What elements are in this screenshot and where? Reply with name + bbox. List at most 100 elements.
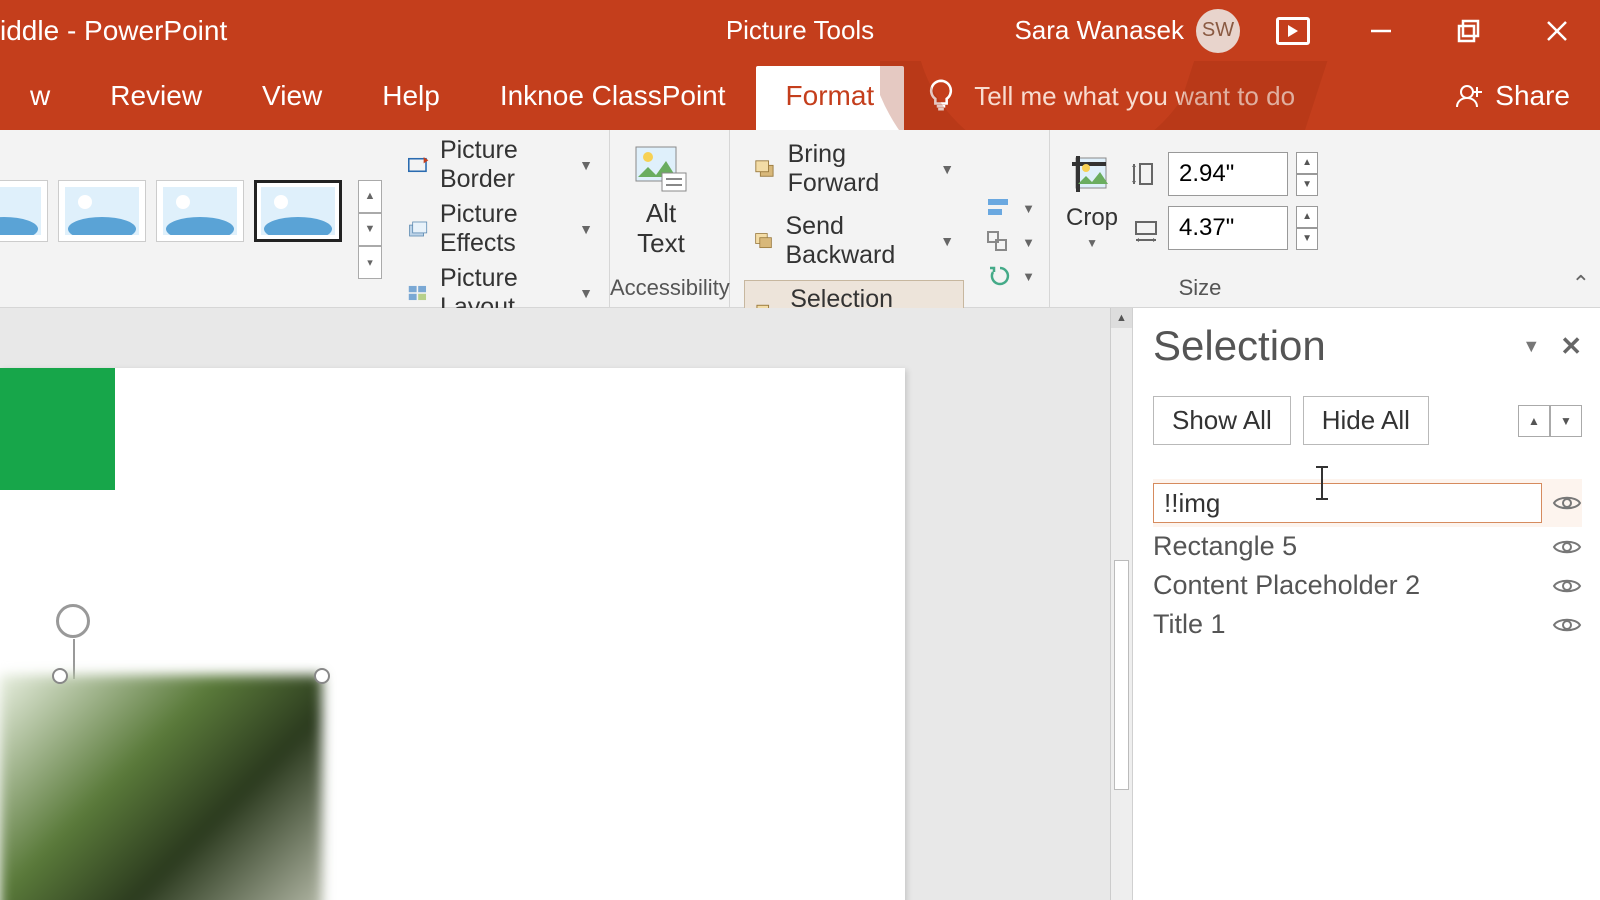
visibility-toggle[interactable] [1552,615,1582,635]
bring-forward-button[interactable]: Bring Forward ▼ [744,136,964,202]
height-spin-up[interactable]: ▲ [1296,152,1318,174]
workspace: ▲ Selection ▼ ✕ Show All Hide All ▲ ▼ Re… [0,308,1600,900]
rectangle-shape[interactable] [0,368,115,490]
selection-item[interactable]: Title 1 [1153,605,1582,644]
group-button[interactable]: ▼ [986,230,1035,254]
selected-picture[interactable] [0,675,322,900]
picture-effects-label: Picture Effects [440,200,565,258]
picture-style-thumb[interactable] [0,180,48,242]
ribbon-tabs: w Review View Help Inknoe ClassPoint For… [0,61,1600,130]
selection-list: Rectangle 5 Content Placeholder 2 Title … [1153,479,1582,644]
share-button[interactable]: Share [1443,80,1600,130]
height-spin-down[interactable]: ▼ [1296,174,1318,196]
selection-pane-title: Selection [1153,322,1502,370]
dropdown-caret-icon: ▼ [1022,235,1035,250]
tab-format[interactable]: Format [756,66,905,130]
dropdown-caret-icon: ▼ [579,221,593,237]
selection-item-name: Rectangle 5 [1153,531,1542,562]
tellme-bulb-icon [924,78,958,112]
alt-text-label-1: Alt [646,198,676,228]
send-backward-label: Send Backward [786,212,931,270]
gallery-expand[interactable]: ▾ [358,246,382,279]
crop-button[interactable]: Crop ▼ [1066,152,1118,250]
selection-item-name: Content Placeholder 2 [1153,570,1542,601]
rotate-button[interactable]: ▼ [986,264,1035,288]
dropdown-caret-icon[interactable]: ▼ [940,161,954,177]
share-label: Share [1495,80,1570,112]
close-pane-button[interactable]: ✕ [1560,331,1582,362]
gallery-scroll-down[interactable]: ▼ [358,213,382,246]
hide-all-button[interactable]: Hide All [1303,396,1429,445]
ribbon: ▲ ▼ ▾ Picture Border ▼ Picture Effects ▼ [0,130,1600,308]
selection-item-rename-input[interactable] [1153,483,1542,523]
group-label-accessibility: Accessibility [610,271,729,307]
account-user[interactable]: Sara Wanasek SW [1014,9,1240,53]
gallery-scroll[interactable]: ▲ ▼ ▾ [358,180,382,279]
slide-canvas-area[interactable] [0,308,1110,900]
send-backward-button[interactable]: Send Backward ▼ [744,208,964,274]
tab-inknoe-classpoint[interactable]: Inknoe ClassPoint [470,80,756,130]
user-avatar: SW [1196,9,1240,53]
tab-truncated[interactable]: w [0,80,80,130]
restore-button[interactable] [1434,6,1504,56]
selection-item[interactable]: Rectangle 5 [1153,527,1582,566]
dropdown-caret-icon: ▼ [1086,236,1098,250]
align-button[interactable]: ▼ [986,196,1035,220]
send-backward-icon [754,230,776,252]
width-spin-down[interactable]: ▼ [1296,228,1318,250]
selection-item-editing[interactable] [1153,479,1582,527]
scroll-up-button[interactable]: ▲ [1111,308,1132,328]
height-input[interactable]: 2.94" [1168,152,1288,196]
alt-text-label-2: Text [637,228,685,258]
align-icon [986,196,1014,220]
scroll-thumb[interactable] [1114,560,1129,790]
dropdown-caret-icon: ▼ [579,285,593,301]
tell-me-search[interactable]: Tell me what you want to do [974,81,1443,130]
alt-text-button[interactable]: AltText [610,133,712,269]
height-input-row: 2.94" ▲▼ [1132,152,1318,196]
picture-effects-icon [408,217,430,241]
visibility-toggle[interactable] [1552,537,1582,557]
slide[interactable] [0,368,905,900]
tab-view[interactable]: View [232,80,352,130]
share-icon [1453,81,1483,111]
picture-style-thumb[interactable] [156,180,244,242]
rotation-handle[interactable] [56,604,90,638]
picture-styles-gallery[interactable]: ▲ ▼ ▾ [0,180,392,279]
visibility-toggle[interactable] [1552,493,1582,513]
vertical-scrollbar[interactable]: ▲ [1110,308,1132,900]
crop-label: Crop [1066,204,1118,232]
collapse-ribbon-button[interactable]: ⌃ [1572,271,1590,297]
picture-border-button[interactable]: Picture Border ▼ [408,136,593,194]
picture-border-icon [408,153,430,177]
picture-style-thumb-selected[interactable] [254,180,342,242]
rotate-icon [986,264,1014,288]
resize-handle[interactable] [52,668,68,684]
selection-item[interactable]: Content Placeholder 2 [1153,566,1582,605]
group-icon [986,230,1014,254]
minimize-button[interactable] [1346,6,1416,56]
selection-item-name: Title 1 [1153,609,1542,640]
title-bar: iddle - PowerPoint Picture Tools Sara Wa… [0,0,1600,61]
tab-review[interactable]: Review [80,80,232,130]
contextual-tab-title: Picture Tools [726,15,874,46]
show-all-button[interactable]: Show All [1153,396,1291,445]
tab-help[interactable]: Help [352,80,470,130]
close-button[interactable] [1522,6,1592,56]
pane-options-dropdown[interactable]: ▼ [1502,336,1560,357]
width-input[interactable]: 4.37" [1168,206,1288,250]
selection-pane: Selection ▼ ✕ Show All Hide All ▲ ▼ Rect… [1132,308,1600,900]
gallery-scroll-up[interactable]: ▲ [358,180,382,213]
dropdown-caret-icon[interactable]: ▼ [940,233,954,249]
reorder-down-button[interactable]: ▼ [1550,405,1582,437]
picture-border-label: Picture Border [440,136,565,194]
picture-style-thumb[interactable] [58,180,146,242]
width-spin-up[interactable]: ▲ [1296,206,1318,228]
present-mode-button[interactable] [1258,6,1328,56]
bring-forward-label: Bring Forward [788,140,931,198]
reorder-up-button[interactable]: ▲ [1518,405,1550,437]
dropdown-caret-icon: ▼ [1022,201,1035,216]
resize-handle[interactable] [314,668,330,684]
picture-effects-button[interactable]: Picture Effects ▼ [408,200,593,258]
visibility-toggle[interactable] [1552,576,1582,596]
